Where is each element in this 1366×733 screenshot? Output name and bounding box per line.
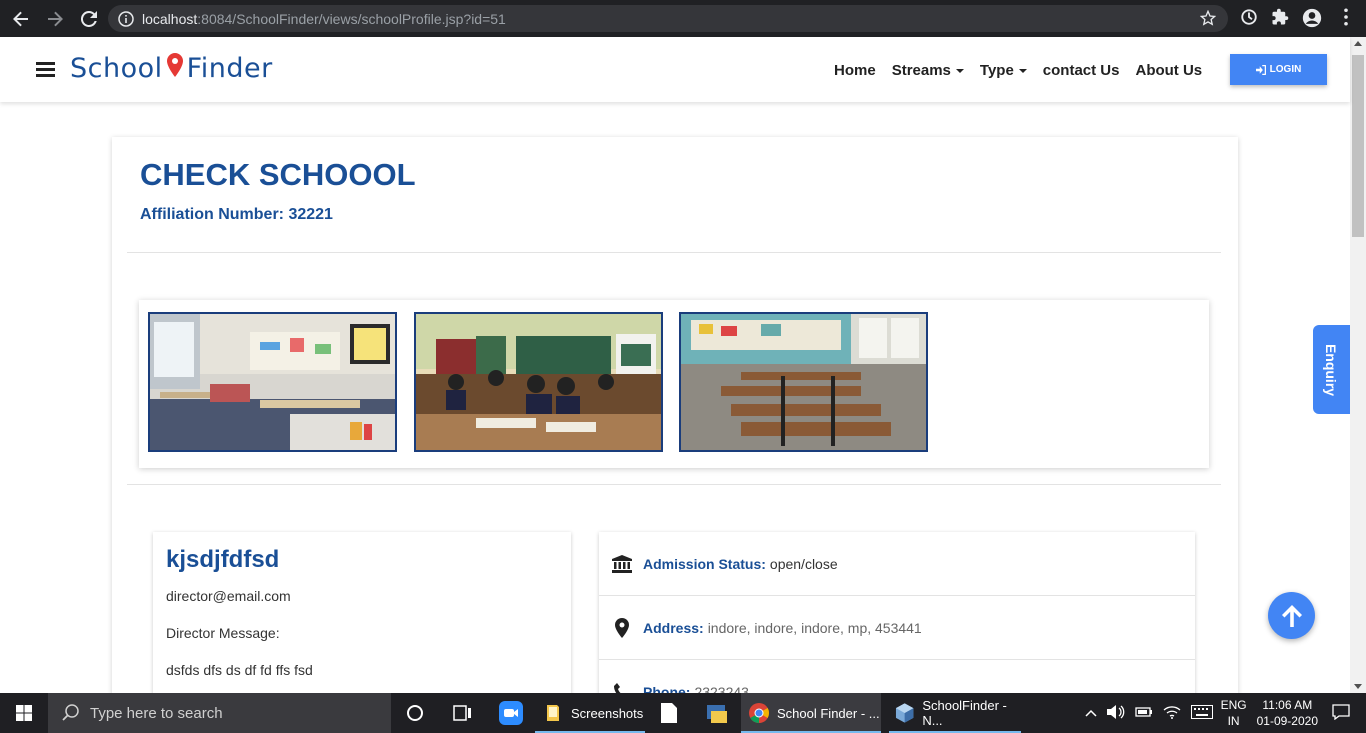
school-profile-card: CHECK SCHOOOL Affiliation Number: 32221 bbox=[112, 137, 1238, 712]
login-button[interactable]: LOGIN bbox=[1230, 54, 1327, 85]
map-pin-icon bbox=[166, 53, 183, 84]
nav-contact[interactable]: contact Us bbox=[1043, 62, 1120, 79]
cortana-button[interactable] bbox=[391, 693, 439, 733]
main-menu: Home Streams Type contact Us About Us bbox=[834, 62, 1218, 79]
caret-down-icon bbox=[1018, 68, 1027, 73]
photo-gallery bbox=[139, 300, 1209, 468]
scroll-down-arrow-icon[interactable] bbox=[1354, 684, 1362, 689]
wifi-icon[interactable] bbox=[1163, 705, 1181, 722]
system-clock[interactable]: 11:06 AM 01-09-2020 bbox=[1257, 697, 1318, 729]
taskbar-screenshots-folder[interactable]: Screenshots bbox=[535, 693, 645, 733]
arrow-up-icon bbox=[1281, 604, 1302, 627]
director-message: dsfds dfs ds df fd ffs fsd bbox=[166, 662, 313, 678]
address-row: Address: indore, indore, indore, mp, 453… bbox=[599, 596, 1195, 660]
volume-icon[interactable] bbox=[1106, 704, 1125, 723]
scrollbar-thumb[interactable] bbox=[1352, 55, 1364, 237]
enquiry-tab[interactable]: Enquiry bbox=[1313, 325, 1350, 414]
battery-icon[interactable] bbox=[1134, 706, 1153, 721]
school-photo-3[interactable] bbox=[679, 312, 928, 452]
director-email: director@email.com bbox=[166, 588, 291, 604]
caret-down-icon bbox=[955, 68, 964, 73]
school-photo-1[interactable] bbox=[148, 312, 397, 452]
site-logo[interactable]: School Finder bbox=[70, 53, 273, 84]
admission-value: open/close bbox=[769, 555, 838, 572]
nav-streams-dropdown[interactable]: Streams bbox=[892, 62, 964, 79]
folder-icon bbox=[547, 705, 559, 721]
task-view-icon bbox=[453, 705, 471, 721]
map-marker-icon bbox=[611, 617, 633, 639]
url-text: localhost:8084/SchoolFinder/views/school… bbox=[142, 10, 506, 27]
browser-toolbar: localhost:8084/SchoolFinder/views/school… bbox=[0, 0, 1366, 37]
windows-logo-icon bbox=[16, 705, 32, 721]
scroll-up-arrow-icon[interactable] bbox=[1354, 41, 1362, 46]
keyboard-icon[interactable] bbox=[1190, 704, 1213, 722]
zoom-app[interactable] bbox=[487, 693, 535, 733]
reload-button[interactable] bbox=[74, 4, 104, 34]
search-icon bbox=[62, 704, 79, 721]
logo-text-school: School bbox=[70, 53, 163, 84]
affiliation-number: Affiliation Number: 32221 bbox=[140, 206, 333, 223]
start-button[interactable] bbox=[0, 693, 48, 733]
bookmark-star-icon[interactable] bbox=[1200, 10, 1216, 26]
director-card: kjsdjfdfsd director@email.com Director M… bbox=[153, 532, 571, 712]
python-app[interactable] bbox=[693, 693, 741, 733]
nav-type-dropdown[interactable]: Type bbox=[980, 62, 1027, 79]
address-value: indore, indore, indore, mp, 453441 bbox=[707, 619, 922, 636]
zoom-icon bbox=[499, 701, 523, 725]
taskbar-search-input[interactable]: Type here to search bbox=[48, 693, 391, 733]
windows-taskbar: Type here to search Screenshots School F… bbox=[0, 693, 1366, 733]
school-photo-2[interactable] bbox=[414, 312, 663, 452]
puzzle-icon[interactable] bbox=[1271, 8, 1289, 26]
director-message-label: Director Message: bbox=[166, 625, 280, 641]
admission-label: Admission Status: bbox=[643, 555, 766, 572]
chevron-up-icon[interactable] bbox=[1085, 706, 1097, 720]
school-name: CHECK SCHOOOL bbox=[140, 157, 416, 192]
arrow-left-icon bbox=[13, 11, 28, 26]
taskbar-chrome-window[interactable]: School Finder - ... bbox=[741, 693, 881, 733]
page-scrollbar[interactable] bbox=[1350, 37, 1366, 693]
file-icon bbox=[661, 703, 677, 723]
site-navbar: School Finder Home Streams Type contact … bbox=[0, 37, 1350, 102]
address-label: Address: bbox=[643, 619, 704, 636]
netbeans-icon bbox=[895, 703, 914, 723]
arrow-right-icon bbox=[48, 11, 63, 26]
taskbar-netbeans-window[interactable]: SchoolFinder - N... bbox=[881, 693, 1027, 733]
profile-icon[interactable] bbox=[1302, 8, 1322, 28]
address-bar[interactable]: localhost:8084/SchoolFinder/views/school… bbox=[108, 5, 1228, 32]
python-icon bbox=[707, 705, 727, 723]
back-to-top-button[interactable] bbox=[1268, 592, 1315, 639]
forward-button[interactable] bbox=[40, 4, 70, 34]
notepad-app[interactable] bbox=[645, 693, 693, 733]
hamburger-menu-icon[interactable] bbox=[36, 62, 55, 77]
task-view-button[interactable] bbox=[439, 693, 487, 733]
system-tray: ENG IN 11:06 AM 01-09-2020 bbox=[1085, 693, 1366, 733]
language-indicator[interactable]: ENG IN bbox=[1221, 697, 1247, 729]
divider bbox=[127, 252, 1221, 253]
institution-icon bbox=[611, 553, 633, 575]
admission-status-row: Admission Status: open/close bbox=[599, 532, 1195, 596]
divider bbox=[127, 484, 1221, 485]
director-name: kjsdjfdfsd bbox=[166, 546, 280, 573]
sign-in-icon bbox=[1255, 64, 1266, 75]
back-button[interactable] bbox=[6, 4, 36, 34]
extension-clock-icon[interactable] bbox=[1240, 8, 1258, 26]
nav-home[interactable]: Home bbox=[834, 62, 876, 79]
logo-text-finder: Finder bbox=[186, 53, 273, 84]
menu-dots-icon[interactable] bbox=[1338, 8, 1354, 26]
notification-icon[interactable] bbox=[1332, 703, 1350, 723]
school-info-card: Admission Status: open/close Address: in… bbox=[599, 532, 1195, 712]
nav-about[interactable]: About Us bbox=[1135, 62, 1202, 79]
reload-icon bbox=[81, 10, 97, 27]
chrome-icon bbox=[749, 703, 769, 723]
info-icon[interactable] bbox=[118, 10, 134, 27]
cortana-circle-icon bbox=[407, 705, 423, 721]
